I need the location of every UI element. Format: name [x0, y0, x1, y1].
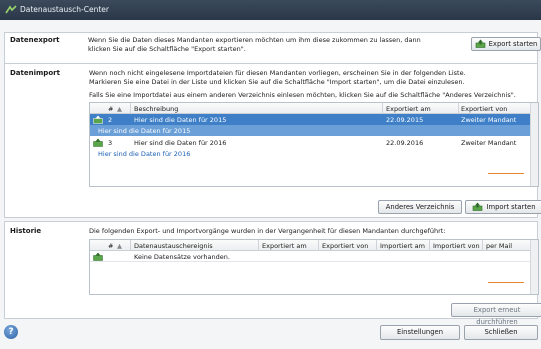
import-file-icon: [93, 115, 103, 124]
history-section: Historie Die folgenden Export- und Impor…: [4, 221, 541, 326]
row-detail-text: Hier sind die Daten für 2016: [98, 150, 191, 158]
history-label: Historie: [10, 227, 42, 235]
col-imported-at[interactable]: Importiert am: [380, 242, 425, 250]
history-entry-icon: [93, 252, 103, 261]
col-exported-by[interactable]: Exportiert von: [461, 105, 507, 113]
export-description-1: Wenn Sie die Daten dieses Mandanten expo…: [88, 36, 421, 44]
row-num: 3: [108, 139, 113, 147]
import-description-3: Falls Sie eine Importdatei aus einem and…: [89, 91, 516, 99]
row-detail-text: Hier sind die Daten für 2015: [98, 127, 191, 135]
import-description-2: Markieren Sie eine Datei in der Liste un…: [89, 78, 465, 86]
col-exported-by[interactable]: Exportiert von: [322, 242, 368, 250]
col-imported-by[interactable]: Importiert von: [433, 242, 480, 250]
sort-icon: ▲: [117, 105, 122, 113]
export-description-2: klicken Sie auf die Schaltfläche "Export…: [88, 45, 246, 53]
history-table[interactable]: # ▲ Datenaustauschereignis Exportiert am…: [89, 239, 539, 295]
col-num[interactable]: #: [108, 242, 113, 250]
other-directory-label: Anderes Verzeichnis: [385, 203, 455, 211]
table-row: Keine Datensätze vorhanden.: [90, 251, 532, 262]
title-bar: Datenaustausch-Center: [0, 0, 541, 20]
import-file-table[interactable]: # ▲ Beschreibung Exportiert am Exportier…: [89, 102, 539, 187]
row-num: 2: [108, 116, 113, 124]
app-logo-icon: [5, 5, 17, 14]
col-description[interactable]: Beschreibung: [134, 105, 178, 113]
close-button[interactable]: Schließen: [464, 325, 538, 340]
row-description: Hier sind die Daten für 2016: [134, 139, 227, 147]
import-table-scrollbar[interactable]: [530, 103, 538, 186]
import-description-1: Wenn noch nicht eingelesene Importdateie…: [89, 69, 466, 77]
import-file-icon: [93, 138, 103, 147]
help-icon[interactable]: ?: [4, 325, 18, 339]
history-table-header: # ▲ Datenaustauschereignis Exportiert am…: [90, 240, 532, 251]
settings-button[interactable]: Einstellungen: [380, 325, 460, 340]
sort-icon: ▲: [117, 242, 122, 250]
empty-message: Keine Datensätze vorhanden.: [134, 253, 230, 261]
import-table-header: # ▲ Beschreibung Exportiert am Exportier…: [90, 103, 532, 114]
table-row-detail[interactable]: Hier sind die Daten für 2016: [90, 148, 532, 159]
import-start-button[interactable]: Import starten: [465, 200, 541, 214]
import-section: Datenimport Wenn noch nicht eingelesene …: [4, 63, 541, 218]
col-exported-at[interactable]: Exportiert am: [262, 242, 307, 250]
export-start-button[interactable]: Export starten: [471, 37, 541, 51]
import-label: Datenimport: [10, 69, 60, 77]
window-title: Datenaustausch-Center: [20, 5, 109, 14]
content-area: Datenexport Wenn Sie die Daten dieses Ma…: [0, 20, 541, 349]
col-exported-at[interactable]: Exportiert am: [386, 105, 431, 113]
settings-label: Einstellungen: [396, 328, 444, 336]
import-start-label: Import starten: [486, 203, 536, 211]
row-description: Hier sind die Daten für 2015: [134, 116, 227, 124]
orange-marker: [488, 173, 524, 174]
other-directory-button[interactable]: Anderes Verzeichnis: [378, 200, 462, 214]
history-table-scrollbar[interactable]: [530, 240, 538, 294]
import-icon: [473, 202, 483, 211]
col-per-mail[interactable]: per Mail: [486, 242, 512, 250]
repeat-export-label: Export erneut durchführen: [473, 306, 521, 326]
history-description: Die folgenden Export- und Importvorgänge…: [89, 227, 446, 235]
table-row-detail[interactable]: Hier sind die Daten für 2015: [90, 125, 532, 136]
table-row[interactable]: 2 Hier sind die Daten für 2015 22.09.201…: [90, 114, 532, 125]
table-row[interactable]: 3 Hier sind die Daten für 2016 22.09.201…: [90, 137, 532, 148]
export-start-label: Export starten: [488, 40, 538, 48]
orange-marker: [488, 282, 524, 283]
row-exported-at: 22.09.2016: [386, 139, 424, 147]
row-exported-at: 22.09.2015: [386, 116, 424, 124]
close-label: Schließen: [484, 328, 518, 336]
col-event[interactable]: Datenaustauschereignis: [134, 242, 213, 250]
row-exported-by: Zweiter Mandant: [461, 116, 517, 124]
repeat-export-button[interactable]: Export erneut durchführen: [451, 303, 541, 326]
export-label: Datenexport: [10, 36, 60, 44]
col-num[interactable]: #: [108, 105, 113, 113]
row-exported-by: Zweiter Mandant: [461, 139, 517, 147]
export-icon: [475, 39, 485, 48]
